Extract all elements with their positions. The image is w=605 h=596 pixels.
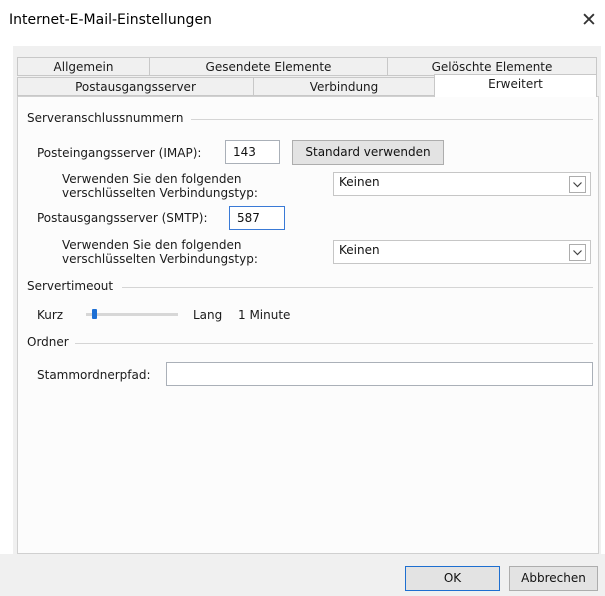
imap-encryption-label-line1: Verwenden Sie den folgenden bbox=[62, 172, 242, 186]
smtp-encryption-select[interactable]: Keinen bbox=[333, 240, 591, 264]
ports-group-divider bbox=[191, 119, 593, 120]
timeout-group-label: Servertimeout bbox=[27, 279, 114, 293]
timeout-value-label: 1 Minute bbox=[238, 308, 291, 322]
imap-encryption-value: Keinen bbox=[339, 175, 380, 189]
smtp-encryption-value: Keinen bbox=[339, 243, 380, 257]
use-default-button[interactable]: Standard verwenden bbox=[292, 140, 444, 165]
timeout-group-divider bbox=[122, 287, 593, 288]
smtp-port-label: Postausgangsserver (SMTP): bbox=[37, 211, 208, 225]
imap-port-input[interactable]: 143 bbox=[225, 140, 280, 164]
smtp-port-input[interactable]: 587 bbox=[229, 206, 285, 230]
imap-encryption-select[interactable]: Keinen bbox=[333, 172, 591, 196]
close-icon[interactable]: ✕ bbox=[578, 8, 600, 32]
timeout-slider[interactable] bbox=[86, 309, 178, 321]
ok-button[interactable]: OK bbox=[405, 566, 500, 591]
timeout-short-label: Kurz bbox=[37, 308, 64, 322]
chevron-down-icon[interactable] bbox=[569, 244, 586, 261]
ports-group-label: Serveranschlussnummern bbox=[27, 111, 184, 125]
chevron-down-icon[interactable] bbox=[569, 176, 586, 193]
smtp-encryption-label-line1: Verwenden Sie den folgenden bbox=[62, 238, 242, 252]
cancel-button[interactable]: Abbrechen bbox=[509, 566, 598, 591]
imap-encryption-label-line2: verschlüsselten Verbindungstyp: bbox=[62, 186, 258, 200]
tab-postausgangsserver[interactable]: Postausgangsserver bbox=[17, 77, 254, 96]
folders-group-label: Ordner bbox=[27, 335, 69, 349]
tab-erweitert[interactable]: Erweitert bbox=[434, 74, 597, 97]
timeout-slider-thumb[interactable] bbox=[92, 309, 97, 319]
timeout-long-label: Lang bbox=[193, 308, 223, 322]
window-title: Internet-E-Mail-Einstellungen bbox=[9, 12, 212, 28]
tab-allgemein[interactable]: Allgemein bbox=[17, 57, 150, 76]
tab-gesendete-elemente[interactable]: Gesendete Elemente bbox=[149, 57, 388, 76]
root-folder-label: Stammordnerpfad: bbox=[37, 368, 151, 382]
tab-verbindung[interactable]: Verbindung bbox=[253, 77, 435, 96]
timeout-slider-track bbox=[86, 313, 178, 316]
smtp-encryption-label-line2: verschlüsselten Verbindungstyp: bbox=[62, 252, 258, 266]
root-folder-input[interactable] bbox=[166, 362, 593, 386]
folders-group-divider bbox=[75, 343, 593, 344]
imap-port-label: Posteingangsserver (IMAP): bbox=[37, 146, 202, 160]
